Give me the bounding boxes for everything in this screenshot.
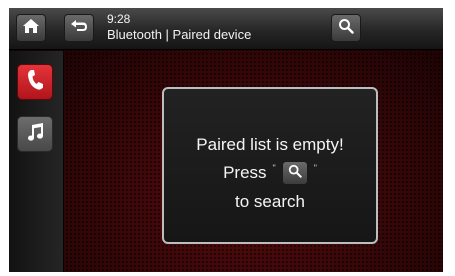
back-button[interactable] (64, 14, 94, 42)
screen: 9:28 Bluetooth | Paired device Paired li… (9, 8, 443, 272)
sidebar (9, 51, 64, 272)
search-instruction: to search (235, 192, 305, 211)
inline-search-button[interactable] (281, 161, 308, 185)
clock: 9:28 (107, 12, 131, 26)
top-bar: 9:28 Bluetooth | Paired device (9, 8, 443, 50)
phone-icon (26, 69, 44, 96)
press-label: Press (223, 163, 267, 182)
empty-message: Paired list is empty! (196, 135, 344, 154)
home-icon (22, 18, 40, 39)
close-quote: " (313, 163, 317, 173)
home-button[interactable] (16, 14, 46, 42)
sidebar-item-phone[interactable] (17, 64, 53, 100)
music-note-icon (25, 122, 45, 147)
page-title: Bluetooth | Paired device (107, 27, 252, 42)
search-icon (338, 18, 354, 39)
search-button[interactable] (331, 14, 361, 42)
back-icon (69, 19, 89, 38)
status-area: 9:28 Bluetooth | Paired device (107, 12, 251, 42)
sidebar-item-music[interactable] (17, 116, 53, 152)
empty-list-dialog: Paired list is empty! Press " " to searc… (162, 87, 378, 244)
press-instruction: Press " " (164, 161, 376, 185)
open-quote: " (272, 163, 276, 173)
search-icon (288, 163, 302, 183)
